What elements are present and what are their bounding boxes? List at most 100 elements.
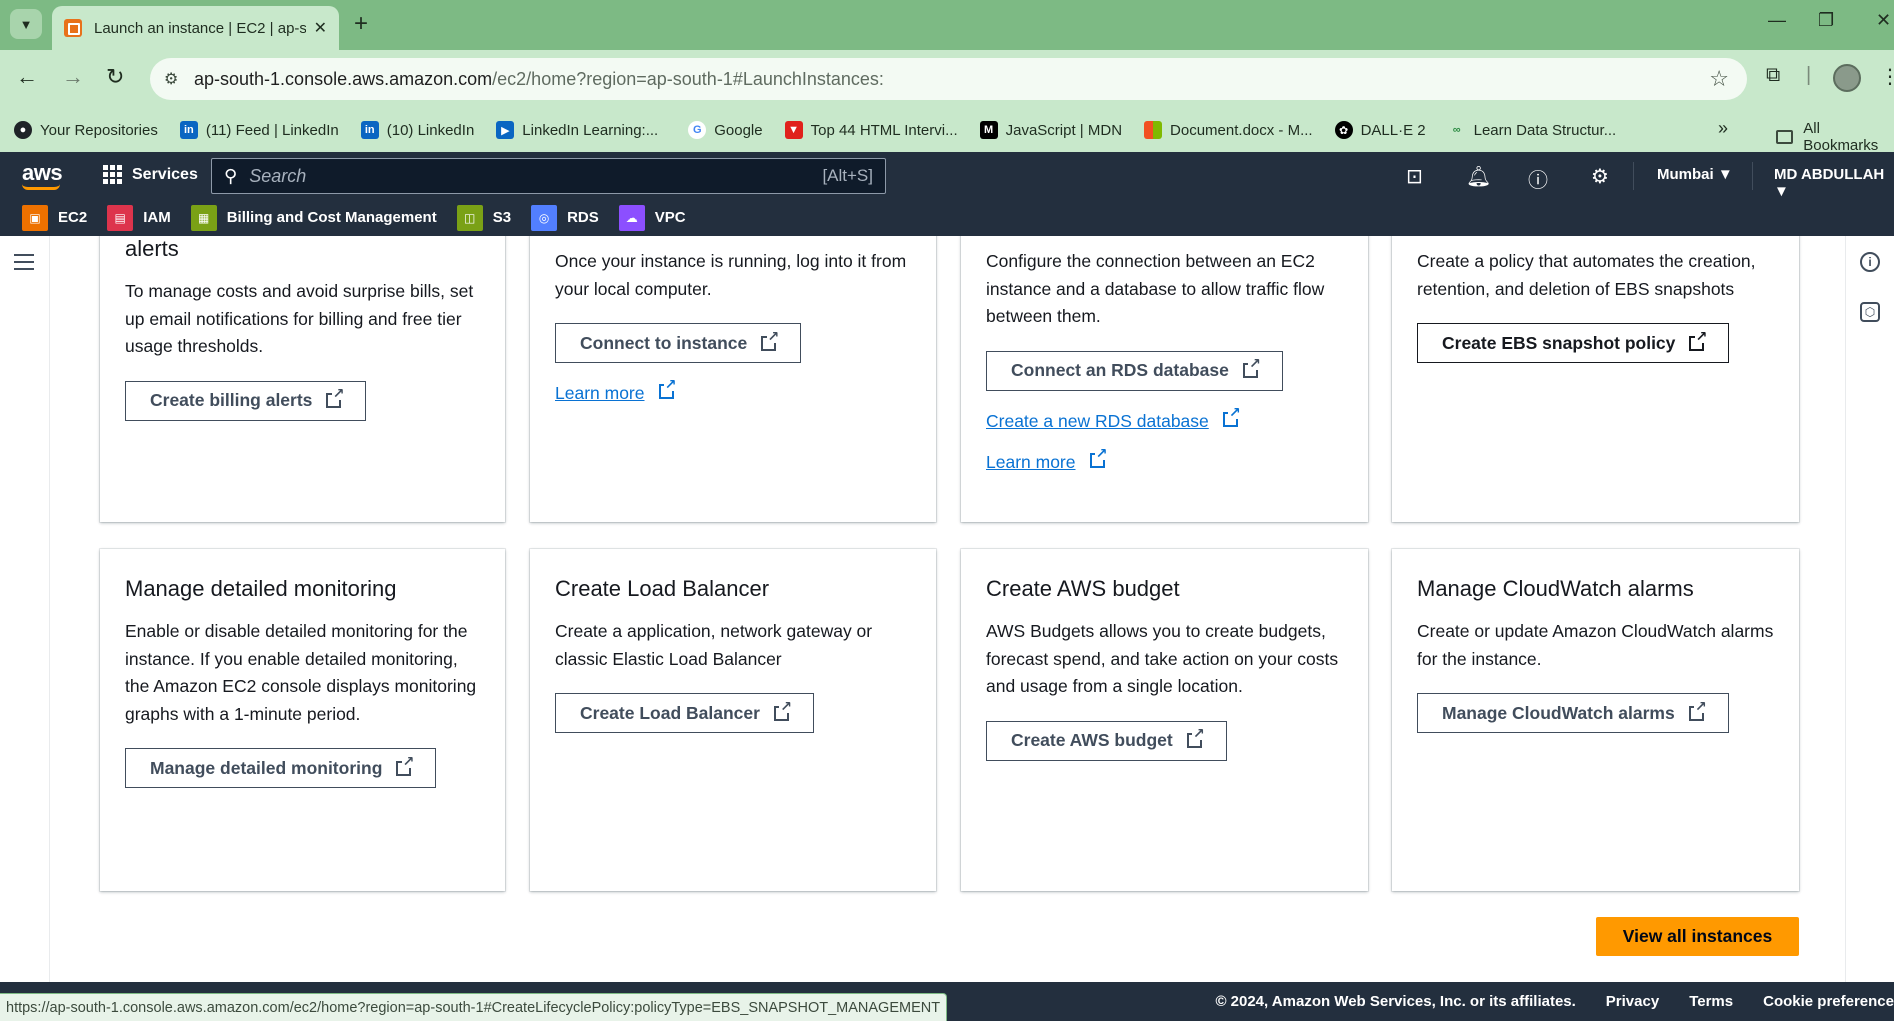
account-menu[interactable]: MD ABDULLAH ▼: [1774, 166, 1894, 200]
folder-icon: [1776, 130, 1794, 144]
card-description: Create a application, network gateway or…: [555, 621, 873, 669]
menu-hamburger-icon[interactable]: [14, 254, 34, 275]
reload-icon[interactable]: ↻: [106, 64, 124, 90]
cookie-preferences-link[interactable]: Cookie preference: [1763, 993, 1894, 1010]
bookmark-item[interactable]: M JavaScript | MDN: [979, 121, 1122, 139]
manage-detailed-monitoring-button[interactable]: Manage detailed monitoring: [125, 748, 437, 788]
card-title: Manage CloudWatch alarms: [1417, 576, 1694, 601]
linkedin-icon: in: [179, 121, 198, 139]
favorite-ec2[interactable]: ▣ EC2: [22, 204, 87, 231]
new-tab-button[interactable]: +: [354, 10, 368, 38]
gfg-icon: ∞: [1452, 124, 1461, 136]
terms-link[interactable]: Terms: [1689, 993, 1733, 1010]
more-bookmarks-chevron-icon[interactable]: »: [1718, 118, 1728, 139]
info-icon[interactable]: i: [1860, 252, 1880, 272]
google-icon: G: [688, 121, 707, 139]
card-aws-budget: Create AWS budget AWS Budgets allows you…: [961, 549, 1368, 891]
favorite-rds[interactable]: ◎ RDS: [531, 204, 599, 231]
bookmark-star-icon[interactable]: ☆: [1709, 66, 1729, 92]
close-window-icon[interactable]: ✕: [1876, 10, 1891, 31]
settings-gear-icon[interactable]: ⚙: [1591, 164, 1609, 189]
tab-search-button[interactable]: ▼: [10, 9, 42, 39]
openai-icon: ✿: [1334, 121, 1353, 139]
view-all-instances-button[interactable]: View all instances: [1596, 917, 1799, 956]
external-link-icon: [1186, 726, 1205, 748]
feedback-hexagon-icon[interactable]: ⬡: [1860, 302, 1880, 322]
services-menu-button[interactable]: Services: [103, 165, 198, 184]
search-shortcut: [Alt+S]: [822, 166, 873, 185]
manage-cloudwatch-alarms-button[interactable]: Manage CloudWatch alarms: [1417, 693, 1729, 733]
iam-service-icon: ▤: [107, 204, 134, 231]
site-info-icon[interactable]: ⚙: [164, 69, 194, 89]
browser-menu-icon[interactable]: ⋮: [1880, 64, 1894, 89]
right-rail: i ⬡: [1845, 236, 1894, 982]
card-description: Create or update Amazon CloudWatch alarm…: [1417, 621, 1774, 669]
bookmark-item[interactable]: ▶ LinkedIn Learning:...: [496, 121, 658, 139]
rds-service-icon: ◎: [531, 204, 558, 231]
create-aws-budget-button[interactable]: Create AWS budget: [986, 720, 1227, 761]
nav-divider: [1752, 162, 1753, 190]
card-description: AWS Budgets allows you to create budgets…: [986, 621, 1339, 696]
favorite-billing[interactable]: ▦ Billing and Cost Management: [190, 204, 437, 231]
connect-rds-database-button[interactable]: Connect an RDS database: [986, 350, 1283, 391]
bookmark-item[interactable]: G Google: [688, 121, 763, 139]
notifications-bell-icon[interactable]: 🔔︎: [1466, 164, 1491, 189]
cloudshell-icon[interactable]: ⊡: [1406, 164, 1423, 189]
card-description: Once your instance is running, log into …: [555, 251, 907, 299]
create-new-rds-link[interactable]: Create a new RDS database: [986, 404, 1346, 432]
address-bar[interactable]: ⚙ ap-south-1.console.aws.amazon.com/ec2/…: [150, 58, 1747, 100]
restore-icon[interactable]: ❐: [1818, 10, 1834, 31]
bookmark-item[interactable]: in (10) LinkedIn: [360, 121, 474, 139]
bookmark-item[interactable]: Document.docx - M...: [1144, 121, 1313, 139]
external-link-icon: [1089, 445, 1108, 468]
back-arrow-icon[interactable]: ←: [16, 64, 38, 90]
url-host: ap-south-1.console.aws.amazon.com: [194, 68, 493, 89]
external-link-icon: [1222, 404, 1241, 427]
help-icon[interactable]: ⓘ: [1528, 164, 1548, 193]
create-billing-alerts-button[interactable]: Create billing alerts: [125, 380, 367, 421]
learn-more-link[interactable]: Learn more: [555, 377, 914, 404]
profile-avatar[interactable]: [1833, 64, 1861, 92]
browser-tabstrip: ▼ Launch an instance | EC2 | ap-sou ✕ + …: [0, 0, 1894, 50]
card-description: Create a policy that automates the creat…: [1417, 251, 1756, 299]
bookmark-red-icon: ▼: [784, 121, 803, 139]
all-bookmarks[interactable]: All Bookmarks: [1776, 120, 1894, 154]
browser-tab-active[interactable]: Launch an instance | EC2 | ap-sou ✕: [52, 6, 339, 50]
aws-search-input[interactable]: ⚲ Search [Alt+S]: [211, 158, 886, 194]
mdn-icon: M: [979, 121, 998, 139]
create-ebs-snapshot-policy-button[interactable]: Create EBS snapshot policy: [1417, 323, 1730, 363]
minimize-icon[interactable]: —: [1768, 10, 1786, 31]
tab-close-icon[interactable]: ✕: [314, 18, 327, 38]
favorite-vpc[interactable]: ☁ VPC: [618, 204, 686, 231]
create-load-balancer-button[interactable]: Create Load Balancer: [555, 693, 814, 733]
privacy-link[interactable]: Privacy: [1606, 993, 1659, 1010]
connect-to-instance-button[interactable]: Connect to instance: [555, 323, 802, 363]
card-connect-instance: Once your instance is running, log into …: [530, 236, 936, 522]
extensions-puzzle-icon[interactable]: ⧉: [1766, 64, 1780, 87]
bookmark-item[interactable]: ∞ Learn Data Structur...: [1448, 121, 1617, 139]
bookmark-item[interactable]: ● Your Repositories: [14, 121, 158, 139]
card-title: Create Load Balancer: [555, 576, 770, 601]
aws-logo[interactable]: aws: [22, 160, 63, 186]
s3-service-icon: ◫: [456, 204, 483, 231]
forward-arrow-icon[interactable]: →: [62, 64, 84, 90]
aws-top-nav: aws Services ⚲ Search [Alt+S] ⊡ 🔔︎ ⓘ ⚙ M…: [0, 152, 1894, 200]
search-icon: ⚲: [224, 165, 238, 186]
aws-favorites-bar: ▣ EC2 ▤ IAM ▦ Billing and Cost Management ◫…: [0, 199, 1894, 236]
vpc-service-icon: ☁: [618, 204, 645, 231]
bookmark-item[interactable]: ✿ DALL·E 2: [1334, 121, 1426, 139]
external-link-icon: [396, 753, 415, 776]
favorite-iam[interactable]: ▤ IAM: [107, 204, 171, 231]
ec2-service-icon: ▣: [22, 204, 48, 231]
external-link-icon: [1689, 328, 1708, 351]
tab-title: Launch an instance | EC2 | ap-sou: [94, 19, 306, 37]
nav-divider: [1633, 162, 1634, 190]
main-content: alerts To manage costs and avoid surpris…: [0, 236, 1894, 982]
learn-more-link[interactable]: Learn more: [986, 445, 1346, 473]
card-connect-rds: Configure the connection between an EC2 …: [961, 236, 1368, 522]
region-selector[interactable]: Mumbai ▼: [1657, 166, 1733, 183]
bookmark-item[interactable]: in (11) Feed | LinkedIn: [179, 121, 339, 139]
bookmarks-bar: ● Your Repositories in (11) Feed | LinkedI…: [0, 108, 1894, 154]
bookmark-item[interactable]: ▼ Top 44 HTML Intervi...: [784, 121, 958, 139]
favorite-s3[interactable]: ◫ S3: [456, 204, 511, 231]
